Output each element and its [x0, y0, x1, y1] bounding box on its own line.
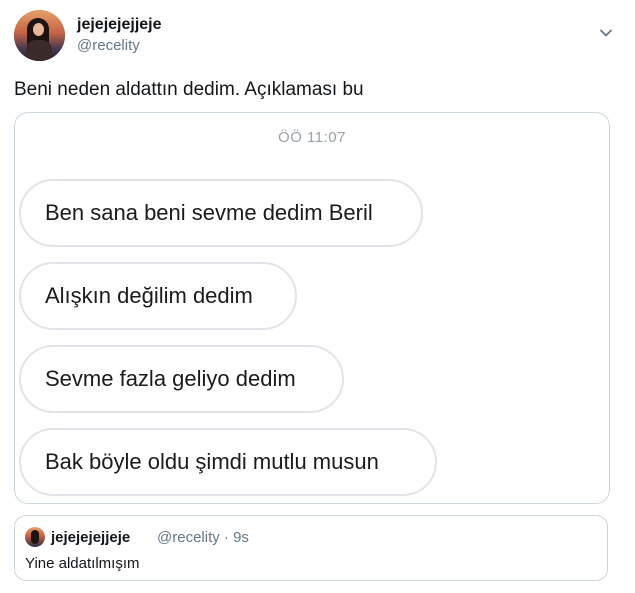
tweet-header: jejejejejjeje @recelity — [14, 10, 619, 62]
tweet-text: Beni neden aldattın dedim. Açıklaması bu — [14, 79, 364, 100]
chat-timestamp: ÖÖ 11:07 — [278, 129, 346, 146]
chat-bubble: Alışkın değilim dedim — [19, 262, 297, 330]
quoted-tweet-text: Yine aldatılmışım — [25, 555, 140, 572]
chat-bubble: Ben sana beni sevme dedim Beril — [19, 179, 423, 247]
quoted-author-avatar — [25, 527, 45, 547]
quoted-author-name: jejejejejjeje — [51, 529, 131, 546]
chevron-down-icon[interactable] — [599, 26, 613, 40]
author-handle[interactable]: @recelity — [77, 37, 140, 54]
author-name[interactable]: jejejejejjeje — [77, 16, 162, 34]
quoted-author-meta: @recelity · 9s — [157, 529, 249, 546]
author-avatar[interactable] — [14, 10, 65, 61]
chat-screenshot-image[interactable]: ÖÖ 11:07 Ben sana beni sevme dedim Beril… — [14, 112, 610, 504]
chat-bubble: Bak böyle oldu şimdi mutlu musun — [19, 428, 437, 496]
quoted-tweet[interactable]: jejejejejjeje @recelity · 9s Yine aldatı… — [14, 515, 608, 581]
chat-bubble: Sevme fazla geliyo dedim — [19, 345, 344, 413]
